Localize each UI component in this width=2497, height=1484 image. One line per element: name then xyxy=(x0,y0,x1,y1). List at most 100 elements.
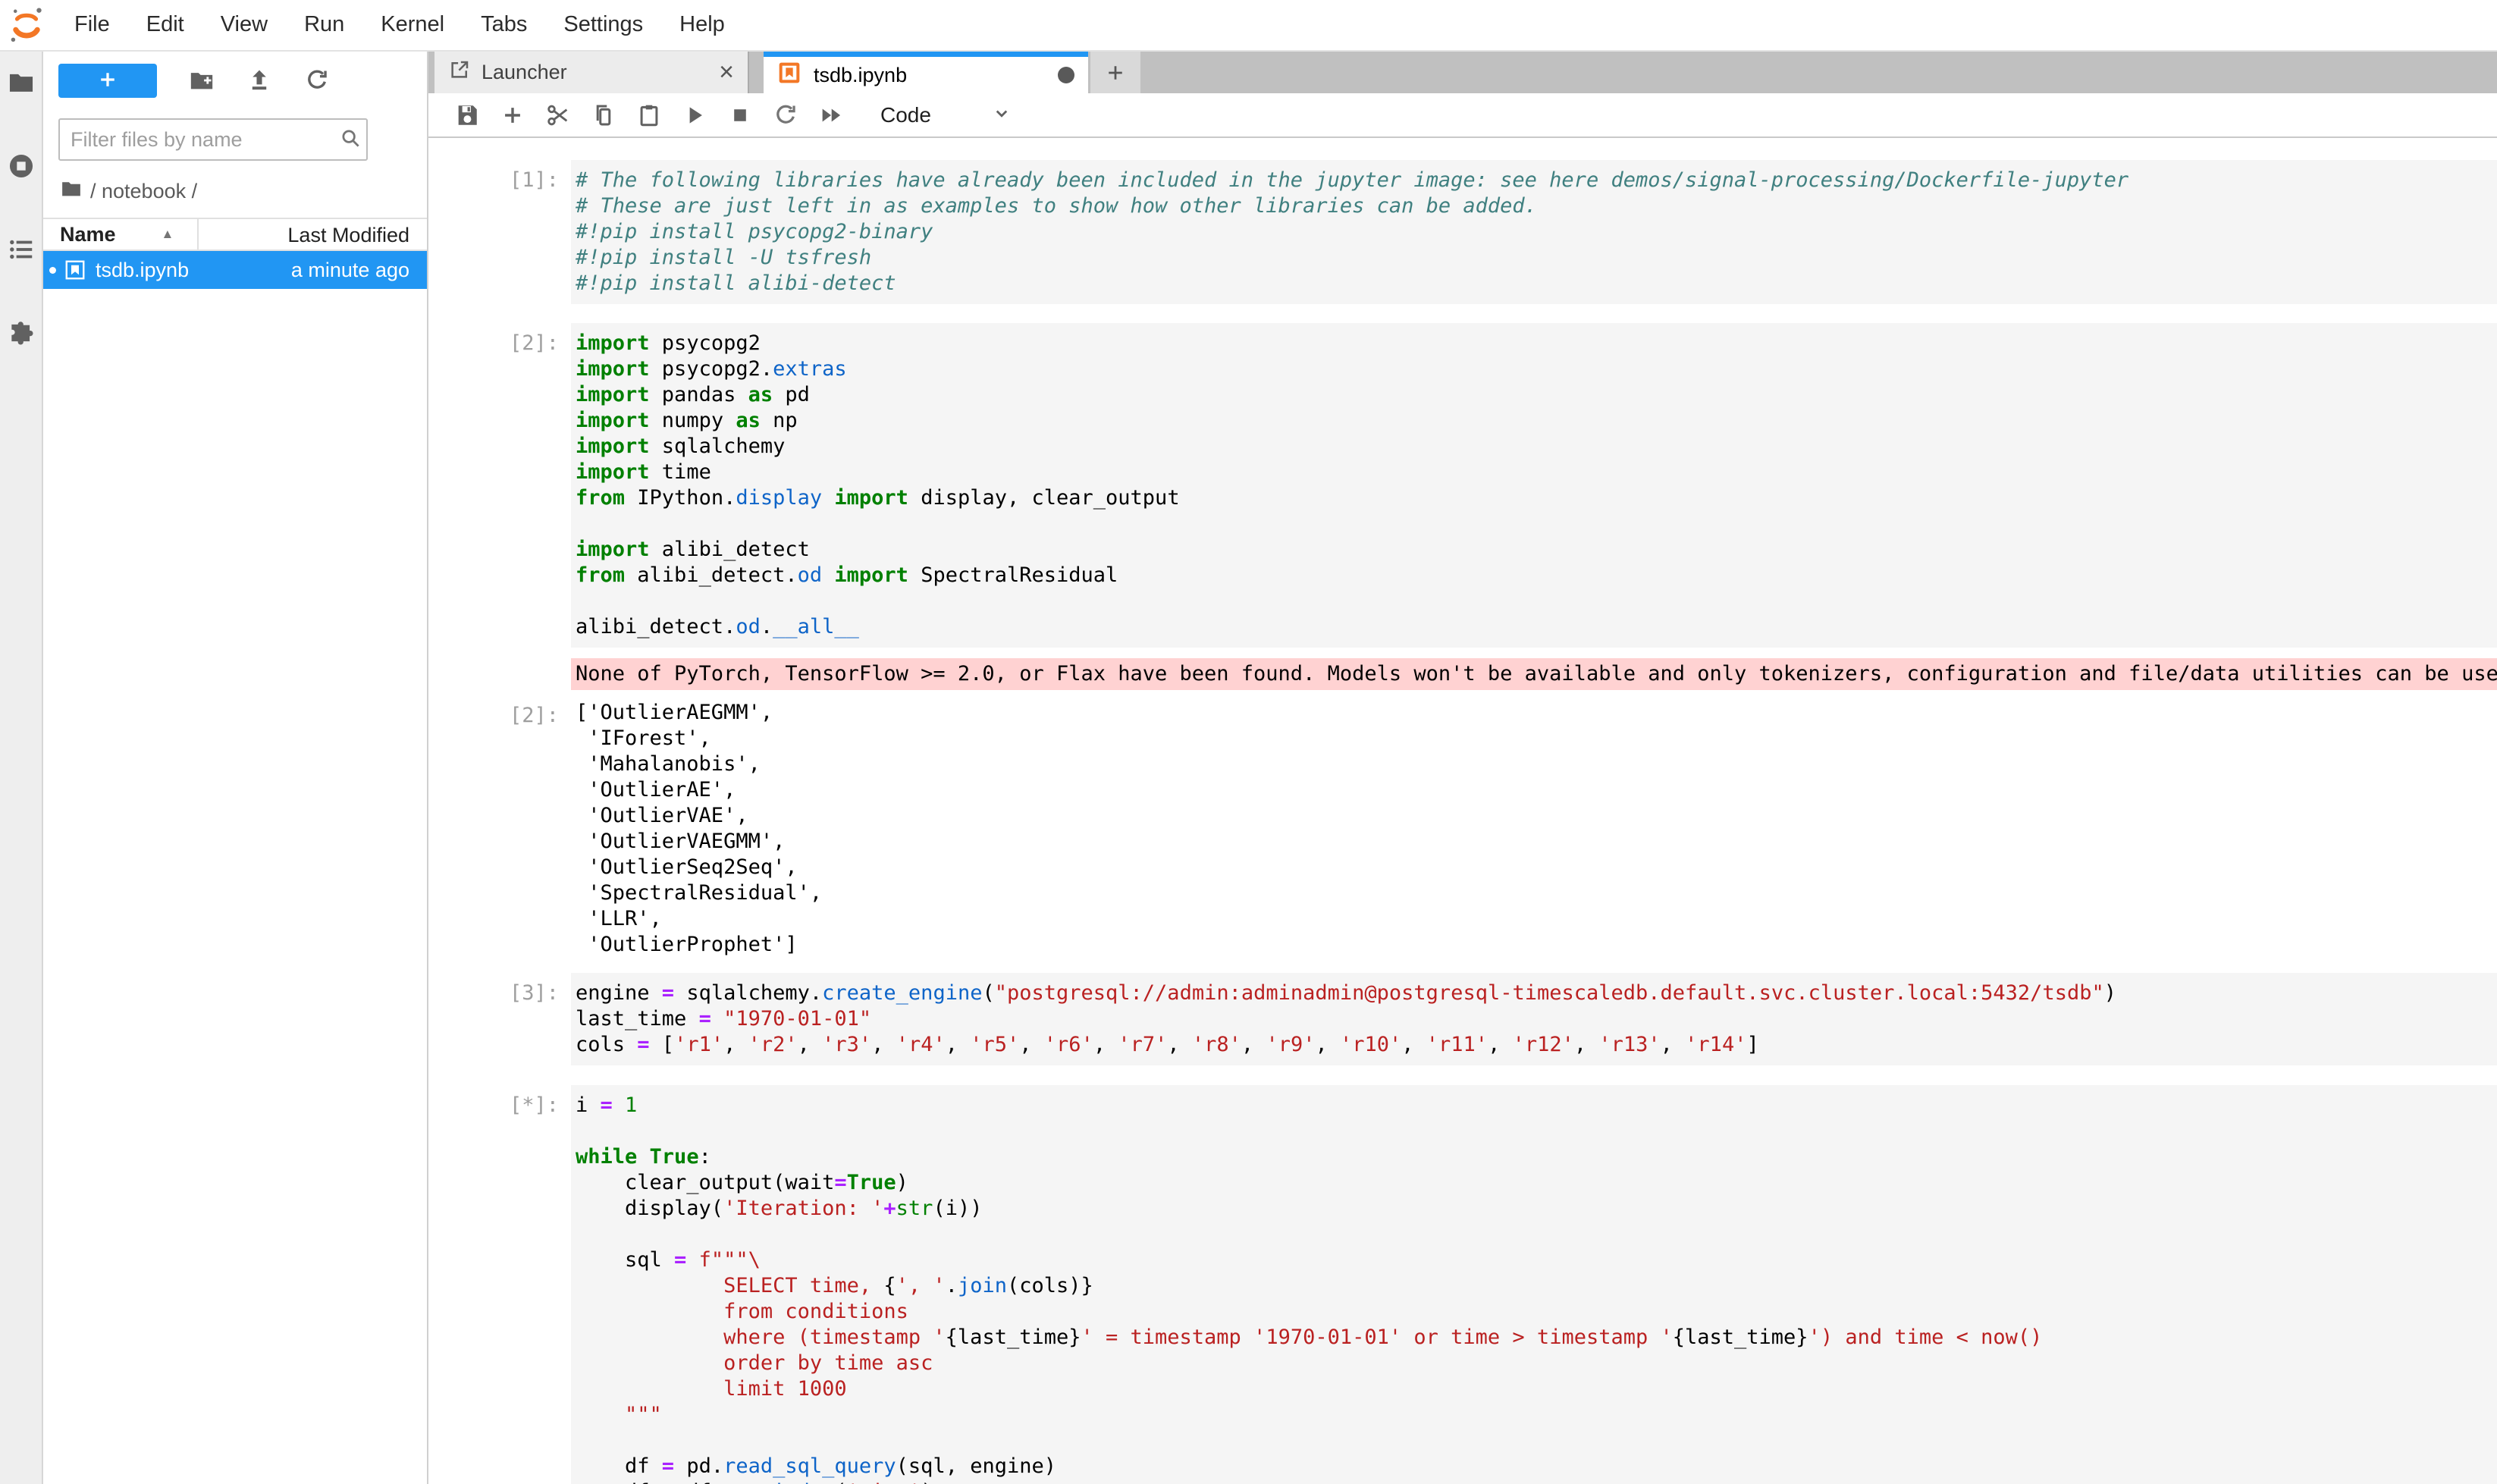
notebook-scroll-area[interactable]: [1]:# The following libraries have alrea… xyxy=(428,138,2497,1484)
code-line xyxy=(576,1428,2497,1454)
code-line: 'Mahalanobis', xyxy=(576,751,2497,777)
paste-icon xyxy=(636,102,662,128)
copy-cells-button[interactable] xyxy=(591,102,616,128)
code-line: order by time asc xyxy=(576,1351,2497,1376)
tab-label: Launcher xyxy=(482,61,719,84)
menu-help[interactable]: Help xyxy=(661,0,743,51)
code-cell: [3]:engine = sqlalchemy.create_engine("p… xyxy=(428,973,2497,1065)
code-line: import psycopg2.extras xyxy=(576,356,2497,382)
code-line: import time xyxy=(576,460,2497,485)
unsaved-bullet-icon xyxy=(49,267,56,274)
code-editor[interactable]: # The following libraries have already b… xyxy=(571,160,2497,304)
code-cell: [*]:i = 1 while True: clear_output(wait=… xyxy=(428,1085,2497,1484)
menu-kernel[interactable]: Kernel xyxy=(362,0,463,51)
plus-icon xyxy=(500,102,525,128)
plus-icon xyxy=(96,68,119,93)
interrupt-kernel-button[interactable] xyxy=(727,102,753,128)
file-row-tsdb[interactable]: tsdb.ipynb a minute ago xyxy=(43,251,427,289)
unsaved-changes-icon[interactable] xyxy=(1058,67,1074,83)
code-line: 'OutlierAE', xyxy=(576,777,2497,803)
refresh-icon xyxy=(304,84,330,96)
tab-bar: Launcher × tsdb.ipynb xyxy=(428,52,2497,93)
paste-cells-button[interactable] xyxy=(636,102,662,128)
code-line: limit 1000 xyxy=(576,1376,2497,1402)
menu-file[interactable]: File xyxy=(56,0,128,51)
jupyterlab-window: File Edit View Run Kernel Tabs Settings … xyxy=(0,0,2497,1484)
jupyter-logo-icon xyxy=(8,6,45,44)
output-area[interactable]: ['OutlierAEGMM', 'IForest', 'Mahalanobis… xyxy=(571,695,2497,962)
code-cell: [1]:# The following libraries have alrea… xyxy=(428,160,2497,304)
code-line: 'LLR', xyxy=(576,906,2497,932)
code-line xyxy=(576,588,2497,614)
code-editor[interactable]: i = 1 while True: clear_output(wait=True… xyxy=(571,1085,2497,1484)
extensions-icon[interactable] xyxy=(7,318,36,347)
running-sessions-icon[interactable] xyxy=(7,152,36,180)
column-header-last-modified[interactable]: Last Modified xyxy=(197,219,427,249)
restart-kernel-button[interactable] xyxy=(773,102,798,128)
close-icon[interactable]: × xyxy=(719,58,734,87)
file-filter-input[interactable] xyxy=(60,128,339,152)
code-line: from IPython.display import display, cle… xyxy=(576,485,2497,511)
menu-settings[interactable]: Settings xyxy=(545,0,661,51)
code-line: import sqlalchemy xyxy=(576,434,2497,460)
save-button[interactable] xyxy=(454,102,480,128)
code-line: import alibi_detect xyxy=(576,537,2497,563)
code-line: clear_output(wait=True) xyxy=(576,1170,2497,1196)
cell-prompt: [3]: xyxy=(428,973,571,1065)
notebook-file-icon xyxy=(56,259,96,281)
menu-view[interactable]: View xyxy=(202,0,286,51)
code-line: """ xyxy=(576,1402,2497,1428)
new-folder-icon xyxy=(189,84,215,96)
notebook-icon xyxy=(777,61,814,90)
menu-bar: File Edit View Run Kernel Tabs Settings … xyxy=(0,0,2497,52)
code-line: 'IForest', xyxy=(576,726,2497,751)
tab-tsdb-notebook[interactable]: tsdb.ipynb xyxy=(764,52,1088,93)
code-line: df = pd.read_sql_query(sql, engine) xyxy=(576,1454,2497,1479)
code-line: from alibi_detect.od import SpectralResi… xyxy=(576,563,2497,588)
code-line: df = df.set_index('time') xyxy=(576,1479,2497,1484)
upload-button[interactable] xyxy=(246,67,272,93)
run-cell-button[interactable] xyxy=(682,102,707,128)
cell-prompt: [*]: xyxy=(428,1085,571,1484)
code-cell: [2]:import psycopg2import psycopg2.extra… xyxy=(428,323,2497,648)
menu-tabs[interactable]: Tabs xyxy=(463,0,545,51)
new-launcher-button[interactable] xyxy=(58,64,157,98)
chevron-down-icon xyxy=(931,102,1013,128)
cut-icon xyxy=(545,102,571,128)
tab-launcher[interactable]: Launcher × xyxy=(434,52,749,93)
code-line: engine = sqlalchemy.create_engine("postg… xyxy=(576,980,2497,1006)
run-all-icon xyxy=(818,102,844,128)
code-line: #!pip install psycopg2-binary xyxy=(576,219,2497,245)
code-editor[interactable]: engine = sqlalchemy.create_engine("postg… xyxy=(571,973,2497,1065)
run-all-cells-button[interactable] xyxy=(818,102,844,128)
search-icon xyxy=(339,127,369,153)
folder-icon[interactable] xyxy=(7,68,36,97)
run-icon xyxy=(682,102,707,128)
code-line: cols = ['r1', 'r2', 'r3', 'r4', 'r5', 'r… xyxy=(576,1032,2497,1058)
stderr-text: None of PyTorch, TensorFlow >= 2.0, or F… xyxy=(576,658,2497,690)
new-tab-button[interactable] xyxy=(1090,52,1140,93)
code-line: 'OutlierSeq2Seq', xyxy=(576,855,2497,880)
column-header-name[interactable]: Name ▲ xyxy=(43,223,197,246)
menu-edit[interactable]: Edit xyxy=(128,0,202,51)
breadcrumb[interactable]: / notebook / xyxy=(60,177,427,206)
add-cell-button[interactable] xyxy=(500,102,525,128)
code-line: alibi_detect.od.__all__ xyxy=(576,614,2497,640)
folder-icon xyxy=(60,177,90,206)
save-icon xyxy=(454,102,480,128)
launcher-icon xyxy=(448,58,482,86)
code-line: SELECT time, {', '.join(cols)} xyxy=(576,1273,2497,1299)
new-folder-button[interactable] xyxy=(189,67,215,93)
code-line: import psycopg2 xyxy=(576,331,2497,356)
code-line: 'OutlierProphet'] xyxy=(576,932,2497,958)
code-line: 'SpectralResidual', xyxy=(576,880,2497,906)
copy-icon xyxy=(591,102,616,128)
menu-run[interactable]: Run xyxy=(286,0,362,51)
open-tabs-icon[interactable] xyxy=(7,235,36,264)
refresh-button[interactable] xyxy=(304,67,330,93)
cut-cells-button[interactable] xyxy=(545,102,571,128)
code-editor[interactable]: import psycopg2import psycopg2.extras imp… xyxy=(571,323,2497,648)
code-line xyxy=(576,511,2497,537)
code-line: i = 1 xyxy=(576,1093,2497,1118)
cell-type-dropdown[interactable]: Code xyxy=(880,102,1013,128)
